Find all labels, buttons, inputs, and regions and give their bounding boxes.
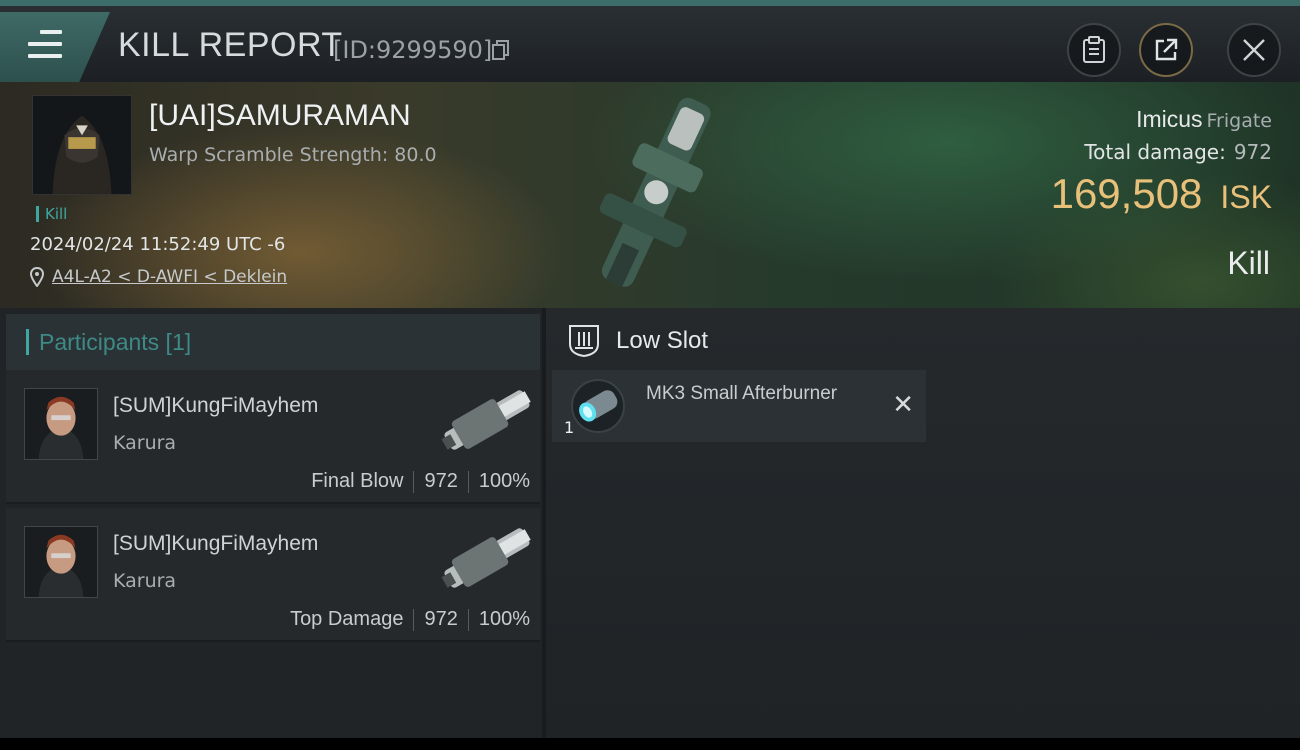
copy-icon[interactable]: [492, 40, 510, 60]
dropped-x-icon: ✕: [892, 390, 914, 420]
low-slot-header: Low Slot: [568, 324, 708, 358]
module-quantity: 1: [564, 418, 575, 437]
participants-panel: Participants [1] [SUM]KungFiMayhem Karur…: [0, 308, 542, 738]
top-bar: KILL REPORT [ID:9299590]: [0, 0, 1300, 82]
clipboard-icon: [1083, 36, 1105, 63]
kill-timestamp: 2024/02/24 11:52:49 UTC -6: [30, 234, 286, 255]
fitting-panel: Low Slot 1 MK3 Small Afterburner ✕: [542, 308, 1300, 738]
participant-name[interactable]: [SUM]KungFiMayhem: [113, 394, 318, 418]
victim-subtitle: Warp Scramble Strength: 80.0: [149, 144, 437, 166]
participant-ship: Karura: [113, 432, 177, 454]
total-damage-value: 972: [1233, 140, 1272, 164]
clipboard-button[interactable]: [1067, 23, 1121, 77]
isk-value: 169,508 ISK: [1051, 170, 1272, 218]
participant-avatar[interactable]: [24, 526, 98, 598]
stat-divider: [467, 470, 469, 493]
participant-ship: Karura: [113, 570, 177, 592]
participant-role: Final Blow: [311, 470, 404, 492]
participant-row[interactable]: [SUM]KungFiMayhem Karura Top Damage 972 …: [6, 508, 540, 642]
victim-ship-image: [599, 97, 711, 287]
participant-role: Top Damage: [290, 608, 404, 630]
isk-unit: ISK: [1220, 179, 1272, 215]
participant-row[interactable]: [SUM]KungFiMayhem Karura Final Blow 972 …: [6, 370, 540, 504]
close-button[interactable]: [1227, 23, 1281, 77]
participants-tab[interactable]: Participants [1]: [6, 314, 540, 370]
isk-amount: 169,508: [1050, 170, 1203, 217]
kill-tag: Kill: [36, 206, 67, 222]
participant-ship-image: [441, 528, 531, 588]
report-id: [ID:9299590]: [333, 36, 493, 64]
participant-avatar[interactable]: [24, 388, 98, 460]
module-name: MK3 Small Afterburner: [646, 383, 838, 404]
participant-percent: 100%: [478, 608, 530, 630]
participant-percent: 100%: [478, 470, 530, 492]
victim-summary: [UAI]SAMURAMAN Warp Scramble Strength: 8…: [0, 82, 1300, 308]
participant-name[interactable]: [SUM]KungFiMayhem: [113, 532, 318, 556]
participant-stats: Final Blow 972 100%: [311, 470, 530, 493]
participants-header: Participants [1]: [39, 328, 192, 355]
participant-ship-image: [441, 390, 531, 450]
page-title: KILL REPORT: [118, 26, 343, 64]
close-icon: [1243, 39, 1265, 61]
victim-ship-type: Imicus Frigate: [1136, 106, 1272, 133]
stat-divider: [413, 608, 415, 631]
victim-ship-class: Frigate: [1206, 110, 1272, 132]
kill-result: Kill: [1227, 245, 1270, 281]
bottom-bar: [0, 738, 1300, 750]
module-item[interactable]: 1 MK3 Small Afterburner ✕: [552, 370, 926, 442]
stat-divider: [467, 608, 469, 631]
afterburner-icon: [571, 379, 625, 433]
participant-damage: 972: [424, 608, 458, 630]
low-slot-icon: [569, 325, 599, 358]
victim-ship-name[interactable]: Imicus: [1136, 106, 1202, 132]
victim-name[interactable]: [UAI]SAMURAMAN: [149, 99, 411, 133]
participant-stats: Top Damage 972 100%: [290, 608, 530, 631]
participant-damage: 972: [424, 470, 458, 492]
stat-divider: [413, 470, 415, 493]
total-damage: Total damage: 972: [1084, 140, 1272, 164]
share-button[interactable]: [1139, 23, 1193, 77]
location-pin-icon: [30, 267, 44, 287]
total-damage-label: Total damage:: [1084, 140, 1226, 164]
hamburger-menu-icon[interactable]: [28, 30, 62, 58]
location-link[interactable]: A4L-A2 < D-AWFI < Deklein: [30, 267, 287, 287]
participants-accent-bar: [26, 329, 29, 355]
slot-title: Low Slot: [616, 327, 709, 354]
share-icon: [1155, 38, 1178, 61]
location-text[interactable]: A4L-A2 < D-AWFI < Deklein: [52, 267, 287, 287]
victim-portrait[interactable]: [32, 95, 132, 195]
